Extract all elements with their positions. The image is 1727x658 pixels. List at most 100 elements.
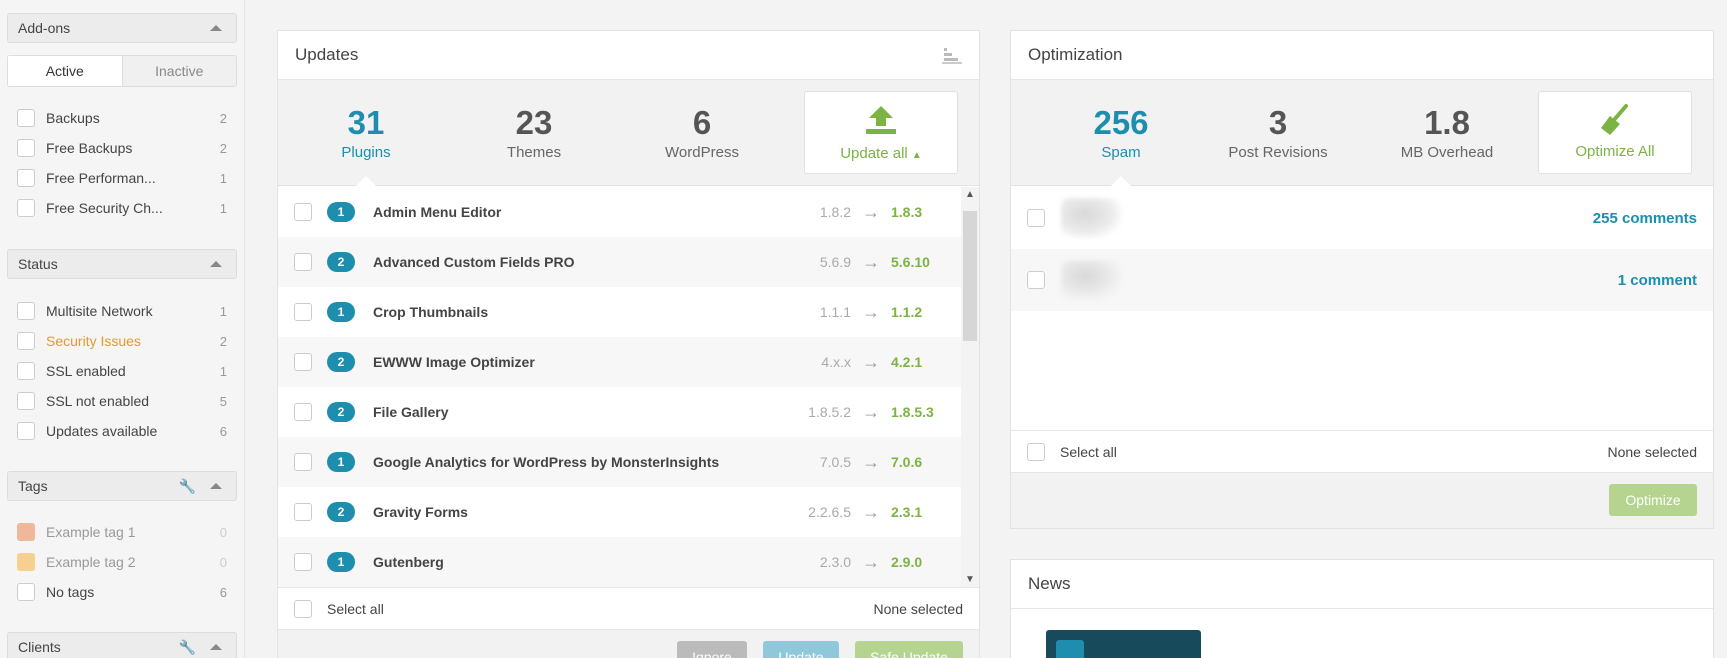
- filter-item[interactable]: Free Security Ch... 1: [17, 197, 227, 219]
- update-row[interactable]: 2 Advanced Custom Fields PRO 5.6.9 → 5.6.10: [278, 237, 961, 287]
- comments-link[interactable]: 255 comments: [1593, 210, 1697, 227]
- tag-item[interactable]: Example tag 2 0: [17, 551, 227, 573]
- addons-toggle: Active Inactive: [7, 55, 237, 87]
- filter-item[interactable]: Free Backups 2: [17, 137, 227, 159]
- plugin-name[interactable]: Admin Menu Editor: [373, 204, 791, 220]
- wrench-icon[interactable]: 🔧: [179, 639, 196, 656]
- optimize-all-button[interactable]: Optimize All: [1538, 91, 1692, 174]
- filter-item[interactable]: Updates available 6: [17, 420, 227, 442]
- tag-item[interactable]: No tags 6: [17, 581, 227, 603]
- scroll-up-icon[interactable]: ▲: [961, 189, 979, 200]
- checkbox[interactable]: [17, 392, 35, 410]
- arrow-right-icon: →: [862, 201, 880, 222]
- stat-plugins[interactable]: 31 Plugins: [291, 80, 441, 187]
- update-row[interactable]: 1 Google Analytics for WordPress by Monst…: [278, 437, 961, 487]
- plugin-name[interactable]: Google Analytics for WordPress by Monste…: [373, 454, 791, 470]
- checkbox[interactable]: [294, 203, 312, 221]
- bar-chart-icon[interactable]: [942, 46, 962, 64]
- update-row[interactable]: 1 Admin Menu Editor 1.8.2 → 1.8.3: [278, 187, 961, 237]
- updates-list: 1 Admin Menu Editor 1.8.2 → 1.8.3 2 Advanced …: [278, 187, 961, 587]
- select-all-checkbox[interactable]: [294, 599, 312, 618]
- checkbox[interactable]: [294, 253, 312, 271]
- checkbox[interactable]: [17, 422, 35, 440]
- filter-item[interactable]: SSL enabled 1: [17, 360, 227, 382]
- update-row[interactable]: 2 Gravity Forms 2.2.6.5 → 2.3.1: [278, 487, 961, 537]
- update-row[interactable]: 1 Gutenberg 2.3.0 → 2.9.0: [278, 537, 961, 587]
- update-all-button[interactable]: Update all ▲: [804, 91, 958, 174]
- scrollbar-thumb[interactable]: [963, 211, 977, 341]
- plugin-name[interactable]: Gutenberg: [373, 554, 791, 570]
- plugin-name[interactable]: EWWW Image Optimizer: [373, 354, 791, 370]
- select-all-checkbox[interactable]: [1027, 442, 1045, 461]
- stat-post-revisions[interactable]: 3 Post Revisions: [1203, 80, 1353, 186]
- stat-label: Post Revisions: [1228, 144, 1328, 161]
- safe-update-button[interactable]: Safe Update: [855, 641, 963, 658]
- tag-item[interactable]: Example tag 1 0: [17, 521, 227, 543]
- optimize-button[interactable]: Optimize: [1609, 484, 1697, 516]
- optimization-row[interactable]: 255 comments: [1011, 187, 1713, 249]
- collapse-icon[interactable]: [210, 25, 222, 31]
- stat-spam[interactable]: 256 Spam: [1046, 80, 1196, 187]
- checkbox[interactable]: [17, 109, 35, 127]
- scrollbar[interactable]: ▲ ▼: [961, 187, 979, 587]
- checkbox[interactable]: [294, 303, 312, 321]
- optimization-row[interactable]: 1 comment: [1011, 249, 1713, 311]
- plugin-name[interactable]: Gravity Forms: [373, 504, 791, 520]
- checkbox[interactable]: [17, 332, 35, 350]
- update-row[interactable]: 1 Crop Thumbnails 1.1.1 → 1.1.2: [278, 287, 961, 337]
- news-thumbnail[interactable]: [1046, 630, 1201, 658]
- checkbox[interactable]: [294, 453, 312, 471]
- collapse-icon[interactable]: [210, 644, 222, 650]
- checkbox[interactable]: [294, 553, 312, 571]
- tab-inactive[interactable]: Inactive: [123, 56, 237, 86]
- plugin-name[interactable]: Crop Thumbnails: [373, 304, 791, 320]
- stat-label: Spam: [1101, 144, 1141, 161]
- broom-icon: [1601, 104, 1628, 135]
- status-header[interactable]: Status: [7, 249, 237, 279]
- filter-item[interactable]: Security Issues 2: [17, 330, 227, 352]
- ignore-button[interactable]: Ignore: [677, 641, 747, 658]
- filter-item[interactable]: Backups 2: [17, 107, 227, 129]
- plugin-name[interactable]: Advanced Custom Fields PRO: [373, 254, 791, 270]
- checkbox[interactable]: [294, 403, 312, 421]
- filter-label: Free Security Ch...: [46, 200, 163, 216]
- stat-mb-overhead[interactable]: 1.8 MB Overhead: [1372, 80, 1522, 186]
- stat-number: 1.8: [1424, 104, 1470, 141]
- update-row[interactable]: 2 EWWW Image Optimizer 4.x.x → 4.2.1: [278, 337, 961, 387]
- filter-item[interactable]: Multisite Network 1: [17, 300, 227, 322]
- checkbox[interactable]: [294, 503, 312, 521]
- comments-link[interactable]: 1 comment: [1618, 272, 1697, 289]
- select-all-label[interactable]: Select all: [327, 601, 873, 617]
- checkbox[interactable]: [1027, 271, 1045, 289]
- optimization-list: 255 comments 1 comment: [1011, 187, 1713, 311]
- checkbox[interactable]: [17, 362, 35, 380]
- filter-item[interactable]: Free Performan... 1: [17, 167, 227, 189]
- tab-active[interactable]: Active: [8, 56, 123, 86]
- checkbox[interactable]: [17, 169, 35, 187]
- wrench-icon[interactable]: 🔧: [179, 478, 196, 495]
- checkbox[interactable]: [1027, 209, 1045, 227]
- checkbox[interactable]: [17, 302, 35, 320]
- clients-header[interactable]: Clients 🔧: [7, 632, 237, 658]
- addons-header[interactable]: Add-ons: [7, 13, 237, 43]
- stat-label: Plugins: [341, 144, 391, 161]
- update-row[interactable]: 2 File Gallery 1.8.5.2 → 1.8.5.3: [278, 387, 961, 437]
- stat-label: Themes: [506, 144, 562, 161]
- scroll-down-icon[interactable]: ▼: [961, 574, 979, 585]
- new-version: 2.9.0: [891, 554, 923, 570]
- collapse-icon[interactable]: [210, 261, 222, 267]
- new-version: 1.8.3: [891, 204, 923, 220]
- new-version: 5.6.10: [891, 254, 930, 270]
- checkbox[interactable]: [17, 583, 35, 601]
- checkbox[interactable]: [294, 353, 312, 371]
- stat-wordpress[interactable]: 6 WordPress: [627, 80, 777, 186]
- plugin-name[interactable]: File Gallery: [373, 404, 791, 420]
- checkbox[interactable]: [17, 139, 35, 157]
- select-all-label[interactable]: Select all: [1060, 444, 1607, 460]
- collapse-icon[interactable]: [210, 483, 222, 489]
- filter-item[interactable]: SSL not enabled 5: [17, 390, 227, 412]
- stat-themes[interactable]: 23 Themes: [459, 80, 609, 186]
- update-button[interactable]: Update: [763, 641, 839, 658]
- tags-header[interactable]: Tags 🔧: [7, 471, 237, 501]
- checkbox[interactable]: [17, 199, 35, 217]
